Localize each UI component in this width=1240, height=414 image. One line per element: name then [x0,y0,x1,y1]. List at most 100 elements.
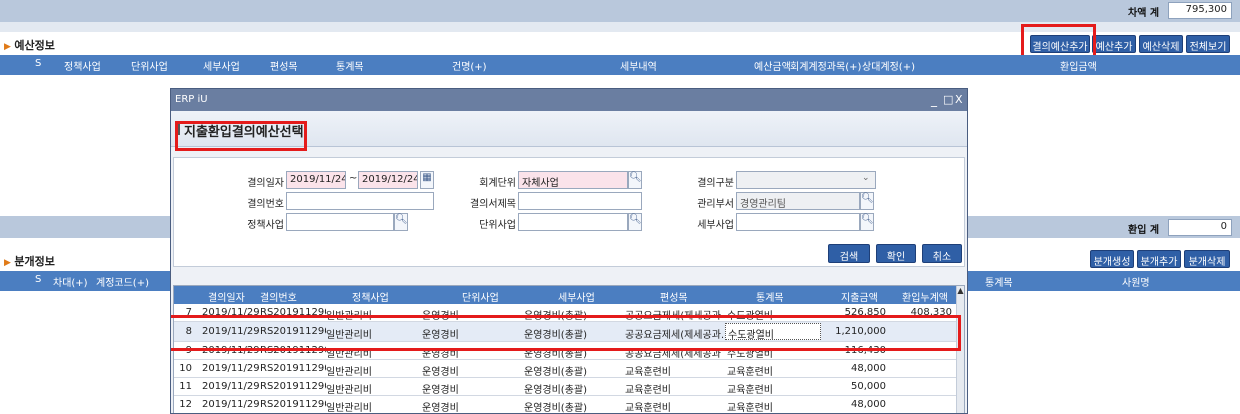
budget-select-dialog: ERP iU _ □ X 지출환입결의예산선택 결의일자 2019/11/24 … [170,88,968,414]
th-policy[interactable]: 정책사업 [352,289,389,304]
col-policy[interactable]: 정책사업 [64,58,101,73]
minimize-icon[interactable]: _ [931,93,937,107]
col-account[interactable]: 회계계정과목(+) [790,58,861,73]
division-section-heading: ▶ 분개정보 [4,253,55,269]
row-number: 10 [179,363,192,374]
highlight-box-selected-row [171,315,961,351]
cell-unit: 운영경비 [422,403,459,414]
col-employee[interactable]: 사원명 [1122,274,1150,289]
col-counter[interactable]: 상대계정(+) [862,58,915,73]
cell-amount: 50,000 [851,381,886,392]
dialog-titlebar: ERP iU _ □ X [171,89,967,111]
col-detail[interactable]: 세부사업 [203,58,240,73]
table-row[interactable]: 12 2019/11/29 RS2019112900005 일반관리비 운영경비… [174,396,956,414]
close-icon[interactable]: X [955,93,963,106]
cell-detail: 운영경비(총괄) [524,403,588,414]
col-debit-credit[interactable]: 차대(+) [53,274,88,289]
date-to-input[interactable]: 2019/12/24 [358,171,418,189]
col-refund[interactable]: 환입금액 [1060,58,1097,73]
search-icon[interactable]: 🔍︎ [628,171,642,189]
doc-title-input[interactable] [518,192,642,210]
division-create-button[interactable]: 분개생성 [1090,250,1134,268]
col-title[interactable]: 건명(+) [452,58,487,73]
th-detail[interactable]: 세부사업 [558,289,595,304]
top-total-bar [0,0,1240,22]
th-resno[interactable]: 결의번호 [260,289,297,304]
cell-detail: 운영경비(총괄) [524,385,588,396]
cell-stat: 교육훈련비 [727,385,773,396]
division-delete-button[interactable]: 분개삭제 [1184,250,1230,268]
resolution-number-input[interactable] [286,192,434,210]
doc-title-label: 결의서제목 [470,199,516,210]
th-budget[interactable]: 편성목 [660,289,688,304]
cell-stat: 교육훈련비 [727,367,773,378]
search-icon[interactable]: 🔍︎ [860,213,874,231]
col-amount[interactable]: 예산금액 [754,58,791,73]
cancel-button[interactable]: 취소 [922,244,962,263]
maximize-icon[interactable]: □ [943,93,953,106]
col-unit[interactable]: 단위사업 [131,58,168,73]
confirm-button[interactable]: 확인 [876,244,916,263]
col-account-code[interactable]: 계정코드(+) [96,274,149,289]
cell-stat: 교육훈련비 [727,403,773,414]
view-all-button[interactable]: 전체보기 [1186,35,1230,53]
division-section-title: 분개정보 [14,255,55,268]
scroll-up-icon[interactable]: ▲ [957,286,964,304]
cell-resno: RS2019112900005 [260,381,326,392]
col-stat[interactable]: 통계목 [985,274,1013,289]
detailbiz-input[interactable] [736,213,860,231]
dept-input[interactable]: 경영관리팀 [736,192,860,210]
row-number: 11 [179,381,192,392]
budget-add-button[interactable]: 예산추가 [1092,35,1136,53]
th-refund[interactable]: 환입누계액 [902,289,948,304]
division-add-button[interactable]: 분개추가 [1137,250,1181,268]
th-amount[interactable]: 지출금액 [841,289,878,304]
results-table-header: 결의일자 결의번호 정책사업 단위사업 세부사업 편성목 통계목 지출금액 환입… [174,286,964,304]
unitbiz-input[interactable] [518,213,628,231]
search-icon[interactable]: 🔍︎ [628,213,642,231]
date-label: 결의일자 [247,178,284,189]
th-unit[interactable]: 단위사업 [462,289,499,304]
search-icon[interactable]: 🔍︎ [860,192,874,210]
cell-unit: 운영경비 [422,385,459,396]
cell-policy: 일반관리비 [326,367,372,378]
col-s[interactable]: S [35,274,41,285]
dept-label: 관리부서 [697,199,734,210]
row-number: 12 [179,399,192,410]
cell-date: 2019/11/29 [202,381,260,392]
th-date[interactable]: 결의일자 [208,289,245,304]
budget-grid-header: S 정책사업 단위사업 세부사업 편성목 통계목 건명(+) 세부내역 예산금액… [0,55,1240,75]
col-desc[interactable]: 세부내역 [620,58,657,73]
cell-policy: 일반관리비 [326,403,372,414]
resolution-type-select[interactable] [736,171,876,189]
unitbiz-label: 단위사업 [479,220,516,231]
detailbiz-label: 세부사업 [697,220,734,231]
calendar-icon[interactable]: ▦ [420,171,434,189]
cell-date: 2019/11/29 [202,363,260,374]
search-icon[interactable]: 🔍︎ [394,213,408,231]
unit-label: 회계단위 [479,178,516,189]
cell-unit: 운영경비 [422,367,459,378]
chevron-down-icon[interactable]: ⌄ [862,173,870,183]
cell-amount: 48,000 [851,363,886,374]
col-stat[interactable]: 통계목 [336,58,364,73]
table-row[interactable]: 11 2019/11/29 RS2019112900005 일반관리비 운영경비… [174,378,956,396]
policy-input[interactable] [286,213,394,231]
col-budget[interactable]: 편성목 [270,58,298,73]
date-from-input[interactable]: 2019/11/24 [286,171,346,189]
cell-budget: 교육훈련비 [625,403,671,414]
budget-delete-button[interactable]: 예산삭제 [1139,35,1183,53]
cell-detail: 운영경비(총괄) [524,367,588,378]
number-label: 결의번호 [247,199,284,210]
col-s[interactable]: S [35,58,41,69]
th-stat[interactable]: 통계목 [756,289,784,304]
search-button[interactable]: 검색 [828,244,870,263]
cell-policy: 일반관리비 [326,385,372,396]
accounting-unit-input[interactable]: 자체사업 [518,171,628,189]
cell-date: 2019/11/29 [202,399,260,410]
app-title: ERP iU [175,94,208,105]
budget-section-title: 예산정보 [14,39,55,52]
difference-total-value: 795,300 [1168,2,1232,19]
table-row[interactable]: 10 2019/11/29 RS2019112900005 일반관리비 운영경비… [174,360,956,378]
filter-panel: 결의일자 2019/11/24 ~ 2019/12/24 ▦ 회계단위 자체사업… [173,157,965,267]
